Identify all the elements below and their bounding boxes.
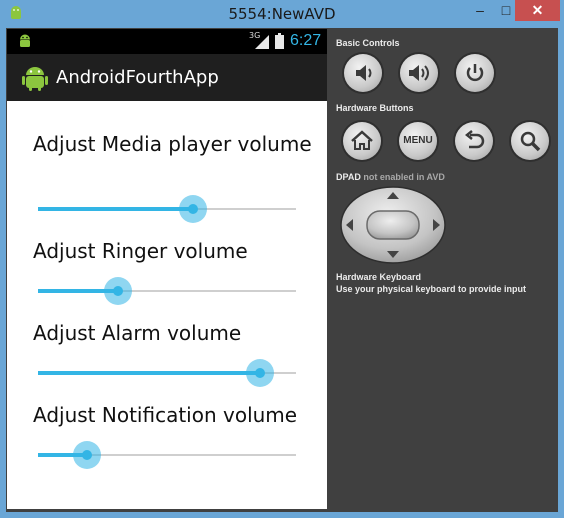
hardware-buttons-label: Hardware Buttons — [336, 103, 414, 113]
battery-icon — [275, 33, 284, 49]
hardware-keyboard-title: Hardware Keyboard — [336, 272, 422, 282]
search-icon — [520, 131, 541, 152]
slider-thumb[interactable] — [254, 368, 265, 378]
volume-up-button[interactable] — [400, 54, 438, 92]
alarm-volume-label: Adjust Alarm volume — [33, 321, 242, 345]
slider-progress — [38, 207, 193, 211]
dpad[interactable] — [340, 186, 446, 264]
home-icon — [351, 130, 373, 150]
action-bar: AndroidFourthApp — [7, 54, 327, 101]
power-icon — [466, 64, 484, 82]
ringer-volume-label: Adjust Ringer volume — [33, 239, 248, 263]
home-button[interactable] — [343, 122, 381, 160]
signal-icon — [255, 35, 269, 49]
slider-thumb[interactable] — [187, 204, 198, 214]
android-icon — [20, 34, 30, 47]
volume-down-icon — [356, 65, 372, 81]
slider-progress — [38, 371, 260, 375]
clock: 6:27 — [290, 32, 322, 49]
media-volume-label: Adjust Media player volume — [33, 132, 312, 156]
status-bar: 3G 6:27 — [7, 29, 327, 54]
basic-controls-label: Basic Controls — [336, 38, 400, 48]
back-icon — [464, 130, 485, 149]
notification-volume-slider[interactable] — [38, 440, 296, 470]
slider-thumb[interactable] — [82, 450, 93, 460]
alarm-volume-slider[interactable] — [38, 358, 296, 388]
ringer-volume-slider[interactable] — [38, 276, 296, 306]
close-button[interactable]: ✕ — [515, 0, 560, 21]
hardware-keyboard-note: Use your physical keyboard to provide in… — [336, 284, 527, 294]
power-button[interactable] — [456, 54, 494, 92]
slider-thumb[interactable] — [112, 286, 123, 296]
dpad-center-button[interactable] — [366, 210, 420, 240]
volume-up-icon — [409, 65, 429, 81]
dpad-title: DPAD — [336, 172, 361, 182]
notification-volume-label: Adjust Notification volume — [33, 403, 298, 427]
menu-button-label: MENU — [403, 135, 433, 146]
device-screen[interactable]: 3G 6:27 AndroidFourthApp Adjust Media pl… — [7, 29, 327, 509]
search-button[interactable] — [511, 122, 549, 160]
volume-settings: Adjust Media player volume Adjust Ringer… — [7, 101, 327, 509]
app-launcher-icon[interactable] — [21, 64, 49, 92]
window-titlebar: 5554:NewAVD – □ ✕ — [0, 0, 564, 28]
dpad-label: DPAD not enabled in AVD — [336, 172, 445, 182]
media-volume-slider[interactable] — [38, 194, 296, 224]
app-title: AndroidFourthApp — [56, 67, 219, 88]
menu-button[interactable]: MENU — [399, 122, 437, 160]
dpad-note: not enabled in AVD — [363, 172, 445, 182]
back-button[interactable] — [455, 122, 493, 160]
volume-down-button[interactable] — [344, 54, 382, 92]
